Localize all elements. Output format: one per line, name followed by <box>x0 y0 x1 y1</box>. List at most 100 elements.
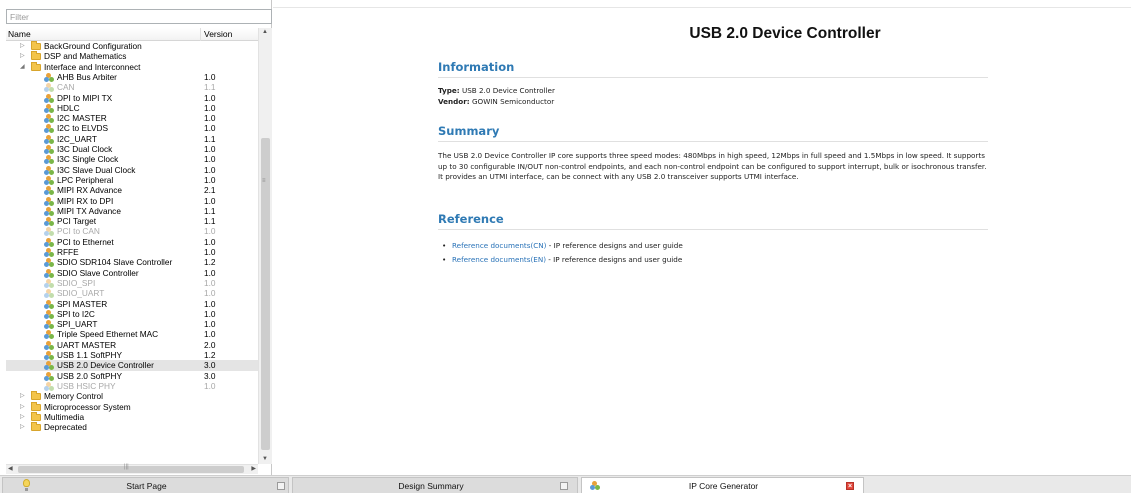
horizontal-scrollbar[interactable]: ◀ ||| ▶ <box>6 464 258 474</box>
expand-arrow-icon[interactable]: ▷ <box>20 41 28 51</box>
collapse-arrow-icon[interactable]: ◢ <box>20 62 28 72</box>
expand-arrow-icon[interactable]: ▷ <box>20 422 28 432</box>
tree-item[interactable]: SDIO_SPI 1.0 <box>6 278 258 288</box>
tree-item-label: I3C Slave Dual Clock <box>57 164 136 175</box>
tree-item-version: 1.1 <box>204 82 216 93</box>
expand-arrow-icon[interactable]: ▷ <box>20 402 28 412</box>
tree-item[interactable]: SDIO SDR104 Slave Controller 1.2 <box>6 257 258 268</box>
tree-item[interactable]: SDIO Slave Controller 1.0 <box>6 268 258 278</box>
tab-restore-icon[interactable] <box>560 482 568 490</box>
tree-item[interactable]: CAN 1.1 <box>6 82 258 93</box>
tree-item-version: 1.0 <box>204 113 216 124</box>
column-header-version[interactable]: Version <box>204 29 232 39</box>
vertical-scroll-thumb[interactable] <box>261 138 270 450</box>
document-tab-bar: Start Page Design Summary IP Core Genera… <box>0 475 1131 493</box>
tree-item[interactable]: RFFE 1.0 <box>6 247 258 257</box>
tree-item-label: MIPI RX Advance <box>57 185 123 196</box>
tree-item-label: HDLC <box>57 102 80 113</box>
ip-core-icon <box>44 196 54 206</box>
tree-item-version: 1.0 <box>204 174 216 185</box>
tree-item[interactable]: SPI to I2C 1.0 <box>6 309 258 319</box>
expand-arrow-icon[interactable]: ▷ <box>20 51 28 61</box>
expand-arrow-icon[interactable]: ▷ <box>20 391 28 401</box>
ip-core-icon <box>44 320 54 330</box>
tree-item-label: Memory Control <box>44 391 104 402</box>
ip-core-icon <box>44 206 54 216</box>
tree-folder[interactable]: ◢ Interface and Interconnect <box>6 61 258 72</box>
tree-item[interactable]: MIPI RX Advance 2.1 <box>6 185 258 196</box>
tree-item[interactable]: DPI to MIPI TX 1.0 <box>6 93 258 103</box>
tree-item[interactable]: MIPI TX Advance 1.1 <box>6 206 258 216</box>
tab-design-summary[interactable]: Design Summary <box>292 477 578 493</box>
tree-item-version: 1.0 <box>204 71 216 82</box>
tree-item[interactable]: I2C to ELVDS 1.0 <box>6 123 258 134</box>
tree-item[interactable]: I3C Single Clock 1.0 <box>6 154 258 165</box>
scroll-right-arrow-icon[interactable]: ▶ <box>251 465 256 472</box>
scroll-down-arrow-icon[interactable]: ▼ <box>262 456 268 462</box>
summary-text: The USB 2.0 Device Controller IP core su… <box>438 151 987 182</box>
ip-core-icon <box>44 134 54 144</box>
tree-item-label: Deprecated <box>44 422 87 433</box>
reference-description: - IP reference designs and user guide <box>546 241 683 250</box>
tree-item-label: I2C MASTER <box>57 113 107 124</box>
tree-item-version: 3.0 <box>204 360 216 371</box>
scroll-left-arrow-icon[interactable]: ◀ <box>8 465 13 472</box>
column-header-name[interactable]: Name <box>8 29 31 39</box>
tree-item-version: 3.0 <box>204 370 216 381</box>
expand-arrow-icon[interactable]: ▷ <box>20 412 28 422</box>
tree-item[interactable]: UART MASTER 2.0 <box>6 340 258 350</box>
tree-folder[interactable]: ▷ Microprocessor System <box>6 401 258 412</box>
scroll-grip-icon: ≡ <box>262 178 266 184</box>
tree-item[interactable]: SDIO_UART 1.0 <box>6 288 258 299</box>
type-value: USB 2.0 Device Controller <box>461 86 555 95</box>
tree-folder[interactable]: ▷ Memory Control <box>6 391 258 401</box>
tree-item-version: 1.0 <box>204 144 216 154</box>
folder-icon <box>31 51 41 61</box>
tree-item-label: CAN <box>57 82 75 93</box>
tree-folder[interactable]: ▷ Deprecated <box>6 422 258 432</box>
tree-item[interactable]: USB 2.0 SoftPHY 3.0 <box>6 371 258 381</box>
vertical-scrollbar[interactable]: ▲ ≡ ▼ <box>258 28 272 464</box>
tree-item-label: USB 1.1 SoftPHY <box>57 350 123 360</box>
tree-item-label: SPI to I2C <box>57 308 95 319</box>
reference-cn-link[interactable]: Reference documents(CN) <box>452 241 547 250</box>
tree-item[interactable]: PCI Target 1.1 <box>6 216 258 227</box>
tree-item-version: 2.1 <box>204 185 216 196</box>
tree-item[interactable]: Triple Speed Ethernet MAC 1.0 <box>6 329 258 340</box>
tree-folder[interactable]: ▷ BackGround Configuration <box>6 41 258 51</box>
tab-start-page[interactable]: Start Page <box>2 477 289 493</box>
tree-folder[interactable]: ▷ DSP and Mathematics <box>6 51 258 61</box>
tree-item[interactable]: PCI to CAN 1.0 <box>6 226 258 237</box>
tree-item[interactable]: USB 1.1 SoftPHY 1.2 <box>6 350 258 360</box>
tree-item[interactable]: PCI to Ethernet 1.0 <box>6 237 258 247</box>
tree-item[interactable]: AHB Bus Arbiter 1.0 <box>6 72 258 82</box>
divider <box>438 229 988 230</box>
tree-item-label: AHB Bus Arbiter <box>57 71 117 82</box>
tree-item-version: 1.0 <box>204 308 216 319</box>
tree-item[interactable]: HDLC 1.0 <box>6 103 258 113</box>
vendor-line: Vendor: GOWIN Semiconductor <box>438 97 554 108</box>
tree-item[interactable]: USB HSIC PHY 1.0 <box>6 381 258 391</box>
tree-item[interactable]: I3C Dual Clock 1.0 <box>6 144 258 154</box>
tree-folder[interactable]: ▷ Multimedia <box>6 411 258 422</box>
tab-restore-icon[interactable] <box>277 482 285 490</box>
tree-item[interactable]: I2C_UART 1.1 <box>6 134 258 144</box>
tree-item[interactable]: MIPI RX to DPI 1.0 <box>6 196 258 206</box>
vendor-label: Vendor: <box>438 97 470 106</box>
filter-input[interactable] <box>6 9 272 24</box>
tree-item[interactable]: SPI_UART 1.0 <box>6 319 258 330</box>
tree-item[interactable]: I2C MASTER 1.0 <box>6 113 258 124</box>
ip-core-icon <box>44 124 54 134</box>
tree-item[interactable]: SPI MASTER 1.0 <box>6 299 258 309</box>
scroll-up-arrow-icon[interactable]: ▲ <box>262 29 268 35</box>
horizontal-scroll-thumb[interactable] <box>18 466 244 473</box>
close-icon[interactable]: × <box>846 482 854 490</box>
tree-item-label: USB HSIC PHY <box>57 380 116 391</box>
reference-en-link[interactable]: Reference documents(EN) <box>452 255 546 264</box>
tree-item[interactable]: USB 2.0 Device Controller 3.0 <box>6 360 258 371</box>
tree-item[interactable]: I3C Slave Dual Clock 1.0 <box>6 165 258 175</box>
tree-item[interactable]: LPC Peripheral 1.0 <box>6 175 258 185</box>
tab-ip-core-generator[interactable]: IP Core Generator × <box>581 477 864 493</box>
tree-item-label: SPI_UART <box>57 319 98 330</box>
tree-item-label: MIPI RX to DPI <box>57 195 114 206</box>
